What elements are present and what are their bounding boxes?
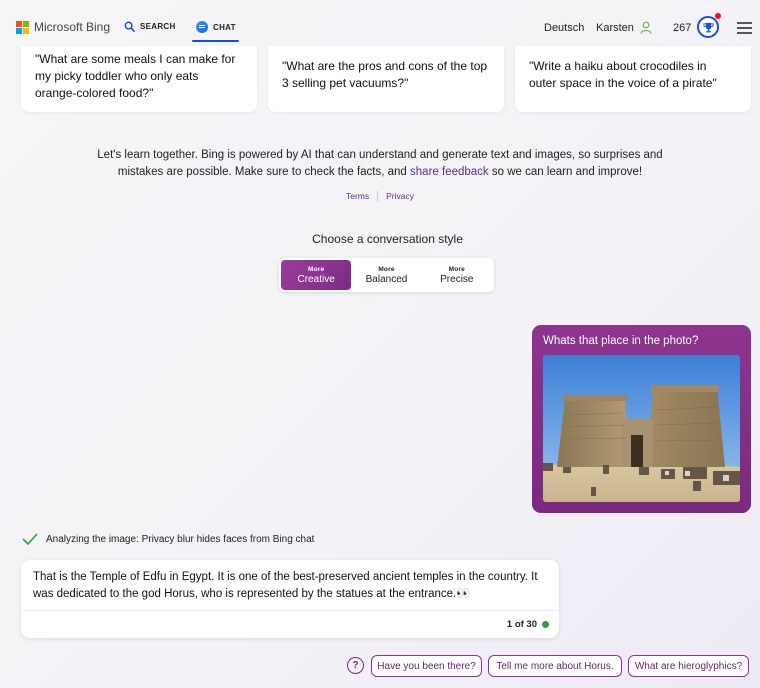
top-bar: Microsoft Bing SEARCH CHAT Deutsch Karst… xyxy=(0,0,760,50)
uploaded-temple-photo[interactable] xyxy=(543,355,740,502)
rewards-points[interactable]: 267 xyxy=(673,22,691,34)
style-balanced-label: Balanced xyxy=(365,273,408,285)
style-creative-button[interactable]: More Creative xyxy=(281,260,352,290)
share-feedback-link[interactable]: share feedback xyxy=(410,166,489,178)
bot-message-footer: 1 of 30 xyxy=(21,610,559,638)
legal-links: Terms Privacy xyxy=(0,191,760,203)
bing-logo[interactable]: Microsoft Bing xyxy=(16,20,110,34)
user-icon[interactable] xyxy=(640,21,652,34)
style-balanced-prefix: More xyxy=(378,265,395,273)
search-icon xyxy=(124,21,135,32)
user-message: Whats that place in the photo? xyxy=(532,325,751,513)
disclaimer-text-2: so we can learn and improve! xyxy=(488,166,643,178)
turn-counter: 1 of 30 xyxy=(506,619,537,630)
help-question-icon[interactable]: ? xyxy=(347,657,364,674)
privacy-link[interactable]: Privacy xyxy=(386,191,414,201)
suggested-reply-1[interactable]: Have you been there? xyxy=(371,655,482,677)
rewards-trophy-button[interactable] xyxy=(697,16,719,38)
nav-search-label: SEARCH xyxy=(140,22,176,31)
bot-message: That is the Temple of Edfu in Egypt. It … xyxy=(21,560,559,638)
active-tab-indicator xyxy=(192,40,239,42)
link-separator xyxy=(377,191,379,203)
language-link[interactable]: Deutsch xyxy=(544,22,584,34)
style-creative-label: Creative xyxy=(297,273,335,285)
suggested-reply-2[interactable]: Tell me more about Horus. xyxy=(488,655,622,677)
brand-name: Microsoft Bing xyxy=(34,20,111,34)
notification-dot xyxy=(715,13,721,19)
conversation-style-title: Choose a conversation style xyxy=(312,232,463,246)
ai-disclaimer: Let's learn together. Bing is powered by… xyxy=(80,147,680,181)
user-name[interactable]: Karsten xyxy=(596,22,634,34)
style-creative-prefix: More xyxy=(307,265,325,273)
nav-chat-tab[interactable]: CHAT xyxy=(196,21,236,33)
chat-icon xyxy=(196,21,208,33)
trophy-icon xyxy=(702,22,714,32)
suggestion-card-3[interactable]: "Write a haiku about crocodiles in outer… xyxy=(515,46,751,112)
style-precise-prefix: More xyxy=(448,265,465,273)
nav-search-tab[interactable]: SEARCH xyxy=(124,21,176,32)
nav-chat-label: CHAT xyxy=(213,22,236,32)
microsoft-logo-icon xyxy=(16,20,29,34)
terms-link[interactable]: Terms xyxy=(346,191,369,201)
turn-status-dot xyxy=(542,621,549,628)
analysis-status: Analyzing the image: Privacy blur hides … xyxy=(22,533,314,545)
style-precise-button[interactable]: More Precise xyxy=(422,260,492,290)
conversation-style-selector: More Creative More Balanced More Precise xyxy=(279,258,494,292)
hamburger-menu-icon[interactable] xyxy=(737,22,752,37)
suggestion-card-1[interactable]: "What are some meals I can make for my p… xyxy=(21,46,257,112)
analysis-status-text: Analyzing the image: Privacy blur hides … xyxy=(46,533,315,545)
suggestion-card-2[interactable]: "What are the pros and cons of the top 3… xyxy=(268,46,504,112)
bot-message-text: That is the Temple of Edfu in Egypt. It … xyxy=(33,571,538,600)
suggested-reply-3[interactable]: What are hieroglyphics? xyxy=(628,655,749,677)
user-message-text: Whats that place in the photo? xyxy=(543,335,699,347)
style-balanced-button[interactable]: More Balanced xyxy=(351,260,421,290)
checkmark-icon xyxy=(22,533,38,545)
style-precise-label: Precise xyxy=(440,273,474,285)
